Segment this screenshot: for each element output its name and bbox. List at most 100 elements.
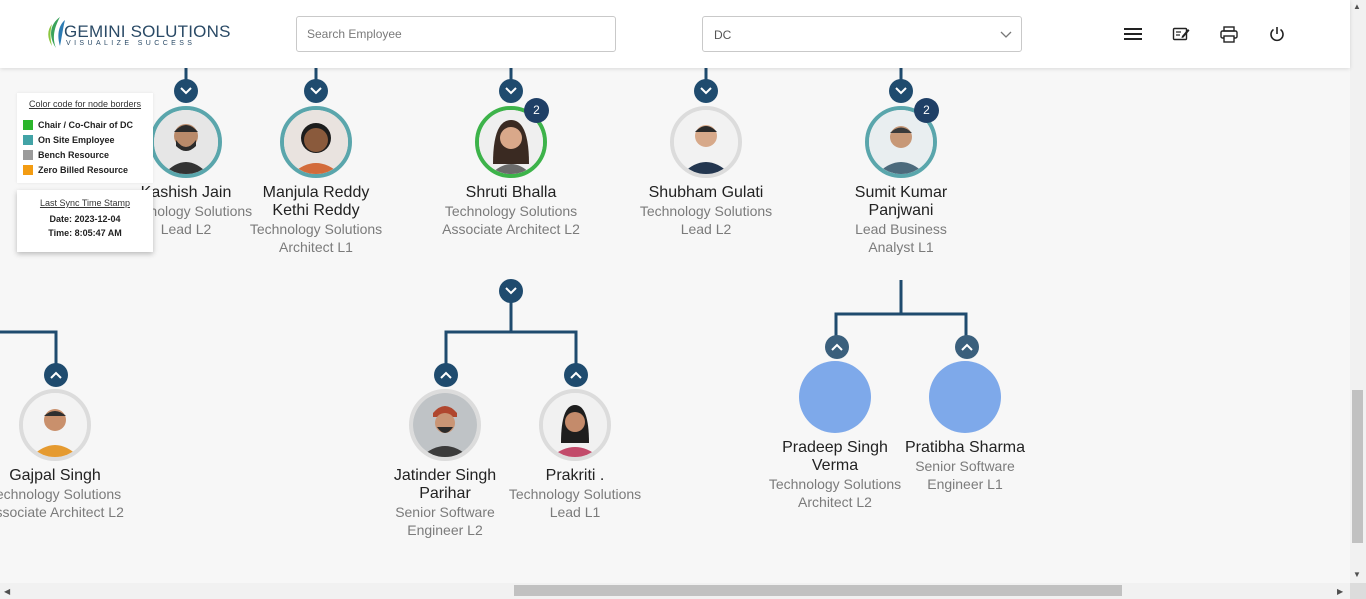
employee-role: Technology Solutions Lead L1: [508, 486, 642, 520]
reports-count-badge: 2: [914, 98, 939, 123]
avatar[interactable]: [670, 106, 742, 178]
search-employee-input[interactable]: [296, 16, 616, 52]
border-color-legend: Color code for node borders Chair / Co-C…: [17, 93, 153, 183]
employee-role: Senior Software Engineer L1: [915, 458, 1015, 492]
employee-role: Technology Solutions Associate Architect…: [0, 486, 124, 520]
dc-select-value: DC: [714, 28, 732, 42]
avatar[interactable]: [150, 106, 222, 178]
scrollbar-corner: [1350, 583, 1366, 599]
employee-node-manjula[interactable]: Manjula Reddy Kethi Reddy Technology Sol…: [246, 106, 386, 256]
collapse-toggle-jatinder[interactable]: [434, 363, 458, 387]
person-photo-icon: [284, 110, 348, 174]
person-photo-icon: [543, 393, 607, 457]
collapse-toggle-gajpal[interactable]: [44, 363, 68, 387]
logo-tagline: VISUALIZE SUCCESS: [66, 40, 196, 47]
logo-title: GEMINI SOLUTIONS: [64, 22, 231, 41]
logout-button[interactable]: [1265, 22, 1289, 46]
app-header: GEMINI SOLUTIONS VISUALIZE SUCCESS DC: [0, 0, 1350, 68]
report-button[interactable]: [1169, 22, 1193, 46]
legend-item: Chair / Co-Chair of DC: [23, 117, 147, 132]
employee-node-prakriti[interactable]: Prakriti . Technology Solutions Lead L1: [505, 389, 645, 521]
employee-role: Technology Solutions Associate Architect…: [442, 203, 580, 237]
scroll-left-arrow-icon[interactable]: ◀: [4, 587, 10, 597]
chevron-up-icon: [961, 343, 973, 351]
avatar[interactable]: [19, 389, 91, 461]
employee-node-pratibha[interactable]: Pratibha Sharma Senior Software Engineer…: [895, 361, 1035, 493]
chevron-up-icon: [570, 371, 582, 379]
person-photo-icon: [23, 393, 87, 457]
expand-toggle-shruti-children[interactable]: [499, 279, 523, 303]
expand-toggle-shruti[interactable]: [499, 79, 523, 103]
scroll-down-arrow-icon[interactable]: ▼: [1353, 570, 1361, 580]
chevron-down-icon: [310, 87, 322, 95]
employee-name: Gajpal Singh: [9, 467, 101, 484]
menu-button[interactable]: [1121, 22, 1145, 46]
print-button[interactable]: [1217, 22, 1241, 46]
employee-name: Manjula Reddy Kethi Reddy: [262, 184, 370, 219]
employee-node-jatinder[interactable]: Jatinder Singh Parihar Senior Software E…: [375, 389, 515, 539]
legend-label: On Site Employee: [38, 134, 115, 145]
chevron-down-icon: [700, 87, 712, 95]
edit-report-icon: [1172, 27, 1190, 41]
chevron-down-icon: [505, 287, 517, 295]
employee-role: Technology Solutions Architect L2: [768, 476, 902, 510]
avatar[interactable]: [539, 389, 611, 461]
collapse-toggle-pratibha[interactable]: [955, 335, 979, 359]
org-chart-canvas[interactable]: Kashish Jain Technology Solutions Lead L…: [0, 68, 1350, 583]
power-icon: [1270, 27, 1284, 42]
expand-toggle-sumit[interactable]: [889, 79, 913, 103]
employee-role: Lead Business Analyst L1: [855, 221, 947, 255]
chevron-up-icon: [831, 343, 843, 351]
chevron-down-icon: [895, 87, 907, 95]
expand-toggle-manjula[interactable]: [304, 79, 328, 103]
chevron-down-icon: [505, 87, 517, 95]
gemini-logo[interactable]: GEMINI SOLUTIONS VISUALIZE SUCCESS: [46, 16, 230, 52]
chevron-up-icon: [50, 371, 62, 379]
legend-label: Zero Billed Resource: [38, 164, 129, 175]
employee-node-pradeep[interactable]: Pradeep Singh Verma Technology Solutions…: [765, 361, 905, 511]
sync-time: Time: 8:05:47 AM: [48, 228, 122, 238]
employee-name: Jatinder Singh Parihar: [393, 467, 497, 502]
chevron-up-icon: [440, 371, 452, 379]
person-photo-icon: [154, 110, 218, 174]
horizontal-scrollbar-thumb[interactable]: [514, 585, 1122, 596]
sync-date: Date: 2023-12-04: [49, 214, 121, 224]
collapse-toggle-pradeep[interactable]: [825, 335, 849, 359]
expand-toggle-shubham[interactable]: [694, 79, 718, 103]
employee-name: Sumit Kumar Panjwani: [854, 184, 948, 219]
last-sync-panel: Last Sync Time Stamp Date: 2023-12-04 Ti…: [17, 190, 153, 252]
legend-title: Color code for node borders: [28, 99, 142, 109]
printer-icon: [1220, 25, 1238, 43]
legend-item: On Site Employee: [23, 132, 147, 147]
employee-name: Pradeep Singh Verma: [782, 439, 888, 474]
employee-name: Pratibha Sharma: [904, 439, 1026, 456]
employee-name: Shubham Gulati: [648, 184, 764, 201]
legend-label: Bench Resource: [38, 149, 110, 160]
employee-node-shubham[interactable]: Shubham Gulati Technology Solutions Lead…: [636, 106, 776, 238]
collapse-toggle-prakriti[interactable]: [564, 363, 588, 387]
employee-node-shruti[interactable]: 2 Shruti Bhalla Technology Solutions Ass…: [441, 98, 581, 238]
legend-item: Zero Billed Resource: [23, 162, 147, 177]
expand-toggle-kashish[interactable]: [174, 79, 198, 103]
leaf-logo-icon: [48, 17, 65, 48]
dc-select[interactable]: DC: [702, 16, 1022, 52]
employee-name: Prakriti .: [545, 467, 605, 484]
avatar-placeholder[interactable]: [799, 361, 871, 433]
employee-name: Shruti Bhalla: [465, 184, 557, 201]
scroll-right-arrow-icon[interactable]: ▶: [1337, 587, 1343, 597]
legend-swatch: [23, 164, 33, 175]
scroll-up-arrow-icon[interactable]: ▲: [1353, 2, 1361, 12]
legend-label: Chair / Co-Chair of DC: [38, 119, 134, 130]
sync-title: Last Sync Time Stamp: [39, 198, 131, 208]
vertical-scrollbar-thumb[interactable]: [1352, 390, 1363, 543]
chevron-down-icon: [1000, 31, 1012, 38]
employee-role: Senior Software Engineer L2: [395, 504, 495, 538]
avatar[interactable]: [409, 389, 481, 461]
hamburger-menu-icon: [1124, 28, 1142, 40]
avatar-placeholder[interactable]: [929, 361, 1001, 433]
reports-count-badge: 2: [524, 98, 549, 123]
avatar[interactable]: [280, 106, 352, 178]
employee-node-gajpal[interactable]: Gajpal Singh Technology Solutions Associ…: [0, 389, 125, 521]
employee-node-sumit[interactable]: 2 Sumit Kumar Panjwani Lead Business Ana…: [831, 98, 971, 256]
legend-swatch: [23, 134, 33, 145]
